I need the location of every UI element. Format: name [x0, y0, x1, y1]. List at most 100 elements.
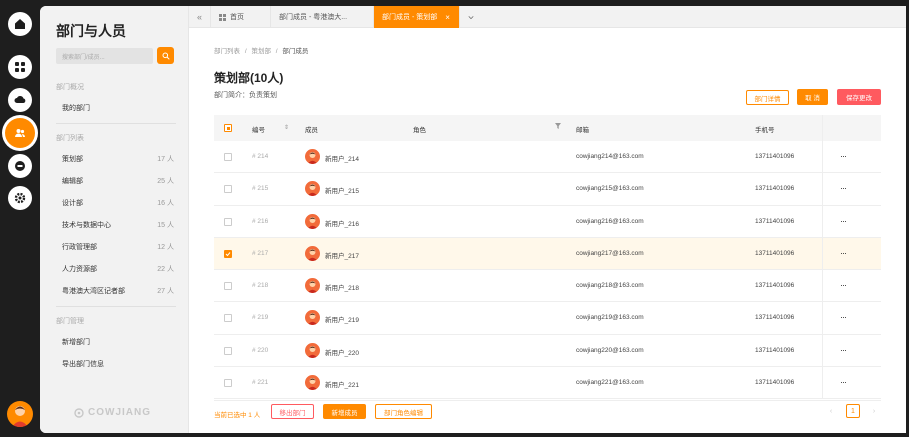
table-row[interactable]: # 216 新用户_216 cowjiang216@163.com 137114… [214, 205, 881, 238]
sidebar-item-dept[interactable]: 设计部 16 人 [62, 198, 174, 208]
row-checkbox[interactable] [224, 379, 232, 388]
dept-name: 行政管理部 [62, 244, 97, 251]
more-actions-icon[interactable]: ··· [840, 345, 847, 355]
member-id: # 220 [252, 346, 269, 354]
filter-icon[interactable] [555, 123, 561, 131]
row-checkbox[interactable] [224, 217, 232, 226]
member-phone: 13711401096 [755, 153, 795, 160]
sidebar-item-dept[interactable]: 行政管理部 12 人 [62, 242, 174, 252]
sort-icon[interactable]: ⇕ [284, 124, 289, 131]
col-id[interactable]: 编号 [252, 124, 265, 134]
dept-count: 25 人 [157, 178, 174, 185]
breadcrumb-dept-list[interactable]: 部门列表 [214, 48, 240, 55]
chevron-down-icon [468, 15, 474, 19]
dept-count: 27 人 [157, 288, 174, 295]
avatar [305, 181, 320, 197]
row-checkbox[interactable] [224, 346, 232, 355]
brand-mark-icon [74, 407, 84, 418]
remove-from-dept-button[interactable]: 移出部门 [271, 404, 314, 419]
settings-icon[interactable] [8, 186, 32, 210]
home-icon[interactable] [8, 12, 32, 36]
more-actions-icon[interactable]: ··· [840, 216, 847, 226]
member-name: 新用户_217 [325, 252, 359, 260]
search-input[interactable]: 搜索部门/成员... [56, 48, 153, 64]
apps-icon[interactable] [8, 55, 32, 79]
table-row[interactable]: # 215 新用户_215 cowjiang215@163.com 137114… [214, 173, 881, 206]
more-actions-icon[interactable]: ··· [840, 312, 847, 322]
row-checkbox[interactable] [224, 282, 232, 291]
table-row[interactable]: # 214 新用户_214 cowjiang214@163.com 137114… [214, 141, 881, 174]
sidebar-item-add-dept[interactable]: 新增部门 [62, 337, 174, 347]
avatar [305, 149, 320, 164]
row-checkbox[interactable] [224, 185, 232, 194]
member-name: 新用户_216 [325, 220, 359, 228]
table-row[interactable]: # 221 新用户_221 cowjiang221@163.com 137114… [214, 367, 881, 400]
tab-label: 首页 [230, 14, 244, 21]
page-number-button[interactable]: 1 [846, 404, 860, 418]
cloud-upload-icon[interactable] [8, 88, 32, 112]
section-overview-label: 部门概况 [56, 84, 84, 91]
column-divider [822, 334, 823, 367]
dept-count: 17 人 [157, 156, 174, 163]
member-email: cowjiang219@163.com [576, 314, 644, 322]
add-member-button[interactable]: 新增成员 [323, 404, 366, 419]
avatar [305, 310, 320, 326]
dept-name: 人力资源部 [62, 266, 97, 273]
close-icon[interactable]: × [445, 13, 450, 22]
member-id: # 217 [252, 249, 269, 257]
search-icon [162, 52, 170, 60]
member-phone: 13711401096 [755, 217, 795, 225]
app-rail [0, 0, 40, 437]
prev-page-button[interactable]: ‹ [824, 404, 838, 418]
breadcrumb-dept[interactable]: 策划部 [251, 48, 271, 55]
member-id: # 221 [252, 379, 269, 387]
sidebar-item-export[interactable]: 导出部门信息 [62, 359, 174, 369]
tab-gba-members[interactable]: 部门成员 - 粤港澳大... [271, 6, 374, 28]
search-button[interactable] [157, 47, 174, 64]
table-row[interactable]: # 218 新用户_218 cowjiang218@163.com 137114… [214, 270, 881, 303]
row-checkbox[interactable] [224, 314, 232, 323]
sidebar-item-dept[interactable]: 编辑部 25 人 [62, 176, 174, 186]
member-email: cowjiang214@163.com [576, 153, 644, 160]
select-all-checkbox[interactable] [224, 124, 232, 132]
more-actions-icon[interactable]: ··· [840, 151, 847, 161]
tab-home[interactable]: 首页 [211, 6, 271, 28]
more-actions-icon[interactable]: ··· [840, 248, 847, 258]
section-list-label: 部门列表 [56, 135, 84, 142]
table-row[interactable]: # 219 新用户_219 cowjiang219@163.com 137114… [214, 302, 881, 335]
user-avatar[interactable] [7, 401, 33, 427]
table-row[interactable]: # 220 新用户_220 cowjiang220@163.com 137114… [214, 334, 881, 368]
sidebar-item-my-dept[interactable]: 我的部门 [62, 103, 174, 113]
more-actions-icon[interactable]: ··· [840, 183, 847, 193]
users-icon[interactable] [5, 118, 35, 148]
more-actions-icon[interactable]: ··· [840, 280, 847, 290]
brand-logo-text: COWJIANG [88, 407, 151, 418]
dept-count: 16 人 [157, 200, 174, 207]
sidebar-item-dept[interactable]: 策划部 17 人 [62, 154, 174, 164]
member-id: # 219 [252, 314, 269, 322]
sidebar-item-dept[interactable]: 人力资源部 22 人 [62, 264, 174, 274]
table-row[interactable]: # 217 新用户_217 cowjiang217@163.com 137114… [214, 237, 881, 271]
chat-icon[interactable] [8, 154, 32, 178]
tab-menu-button[interactable] [460, 6, 482, 28]
dept-detail-button[interactable]: 部门详情 [746, 90, 789, 105]
collapse-sidebar-icon[interactable]: « [189, 6, 211, 28]
tab-label: 部门成员 - 策划部 [382, 14, 438, 21]
row-checkbox[interactable] [224, 249, 232, 258]
dept-count: 22 人 [157, 266, 174, 273]
column-divider [822, 367, 823, 399]
more-actions-icon[interactable]: ··· [840, 377, 847, 387]
cancel-button[interactable]: 取 消 [797, 89, 828, 105]
member-email: cowjiang215@163.com [576, 185, 644, 193]
next-page-button[interactable]: › [867, 404, 881, 418]
sidebar-item-dept[interactable]: 粤港澳大湾区记者部 27 人 [62, 286, 174, 296]
dept-name: 粤港澳大湾区记者部 [62, 288, 125, 295]
save-button[interactable]: 保存更改 [837, 89, 881, 105]
dept-role-edit-button[interactable]: 部门角色编辑 [375, 404, 432, 419]
row-checkbox[interactable] [224, 153, 232, 161]
col-member: 成员 [305, 127, 318, 134]
member-email: cowjiang217@163.com [576, 249, 644, 257]
member-name: 新用户_219 [325, 317, 359, 325]
tab-planning-members[interactable]: 部门成员 - 策划部 × [374, 6, 460, 28]
sidebar-item-dept[interactable]: 技术与数据中心 15 人 [62, 220, 174, 230]
